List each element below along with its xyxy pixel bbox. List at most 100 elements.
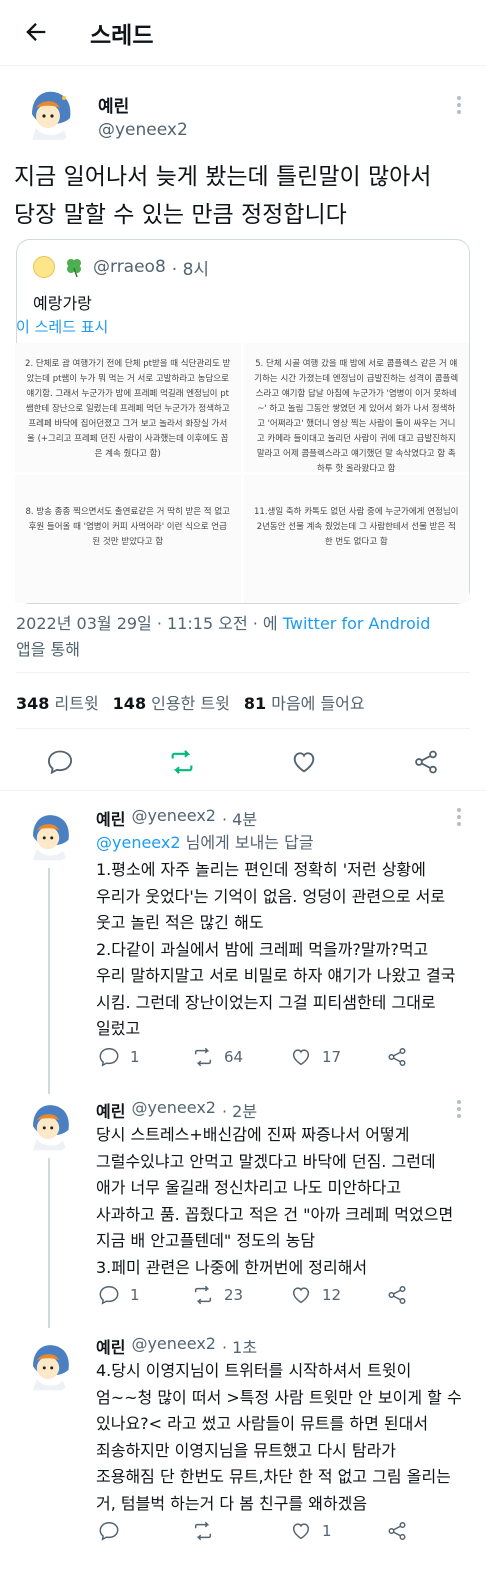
reply-text-line: 애가 너무 울길래 정신차리고 나도 미안하다고 (96, 1178, 402, 1197)
quoted-image[interactable]: 5. 단체 시골 여행 갔을 때 밤에 서로 콤플렉스 같은 거 얘기하는 시간… (243, 343, 469, 472)
reply-text-line: 2.다같이 과실에서 밤에 크레페 먹을까?말까?먹고 (96, 939, 429, 959)
replying-to: @yeneex2 님에게 보내는 답글 (96, 830, 472, 857)
reply-avatar[interactable] (20, 1098, 76, 1154)
reply-text-line: 시킴. 그런데 장난이었는지 그걸 피티샘한테 그대로 (96, 992, 436, 1012)
like-button[interactable]: 17 (290, 1046, 341, 1068)
avatar-illustration-icon (20, 1098, 76, 1154)
reply-text-line: 조용해짐 단 한번도 뮤트,차단 한 적 없고 그림 올리는 (96, 1467, 451, 1486)
retweet-button[interactable] (192, 1520, 224, 1542)
retweets-stat[interactable]: 348 리트윗 (16, 690, 99, 714)
reply-text: 당시 스트레스+배신감에 진짜 짜증나서 어떻게 그럴수있냐고 안먹고 말겠다고… (96, 1122, 472, 1281)
share-icon[interactable] (386, 1520, 408, 1542)
reply-author-name[interactable]: 예린 (96, 806, 125, 830)
source-link[interactable]: Twitter for Android (283, 614, 431, 633)
source-suffix: 앱을 통해 (16, 640, 80, 659)
page-title: 스레드 (90, 23, 154, 49)
reply-text-line: 지금 배 안고플텐데" 정도의 농담 (96, 1231, 316, 1250)
replying-to-handle[interactable]: @yeneex2 (96, 833, 181, 852)
like-count: 17 (322, 1048, 342, 1066)
reply-count: 1 (130, 1286, 140, 1304)
reply-text-line: 있나요?< 라고 썼고 사람들이 뮤트를 하면 된대서 (96, 1414, 429, 1433)
like-heart-icon (292, 1049, 310, 1066)
share-icon[interactable] (386, 1284, 408, 1306)
reply-text-line: 웃고 놀린 적은 많긴 해도 (96, 913, 264, 932)
reply-icon (99, 1286, 119, 1305)
like-heart-icon[interactable] (290, 748, 318, 776)
reply-text-line: 4.당시 이영지님이 트위터를 시작하셔서 트윗이 (96, 1361, 412, 1380)
quotes-stat[interactable]: 148 인용한 트윗 (113, 690, 230, 714)
reply-button[interactable]: 1 (98, 1046, 140, 1068)
top-bar: 스레드 (0, 0, 486, 66)
clover-icon (67, 259, 81, 278)
more-options-icon[interactable] (456, 96, 462, 116)
reply-text-line: 일렀고 (96, 1019, 141, 1038)
like-button[interactable]: 12 (290, 1284, 341, 1306)
like-heart-icon (292, 1523, 310, 1540)
reply-text-line: 우리가 웃었다'는 기억이 없음. 엉덩이 관련으로 서로 (96, 886, 446, 906)
author-name[interactable]: 예린 (98, 92, 129, 117)
reply-handle[interactable]: @yeneex2 (131, 1098, 216, 1122)
reply-time: · 4분 (221, 810, 258, 829)
reply-text: 1.평소에 자주 놀리는 편인데 정확히 '저런 상황에 우리가 웃었다'는 기… (96, 857, 472, 1043)
quoted-time: · 8시 (171, 259, 210, 280)
reply-avatar[interactable] (20, 808, 76, 864)
retweet-button[interactable]: 23 (192, 1284, 243, 1306)
quoted-avatar (33, 256, 55, 278)
retweet-button[interactable]: 64 (192, 1046, 243, 1068)
likes-stat[interactable]: 81 마음에 들어요 (244, 690, 365, 714)
show-thread-link[interactable]: 이 스레드 표시 (16, 316, 108, 337)
quoted-text: 예랑가랑 (33, 294, 92, 313)
reply-avatar[interactable] (20, 1338, 76, 1394)
reply-text-line: 죄송하지만 이영지님을 뮤트했고 다시 탐라가 (96, 1440, 397, 1460)
avatar-illustration-icon (20, 1338, 76, 1394)
tweet-text-line: 지금 일어나서 늦게 봤는데 틀린말이 많아서 (14, 164, 432, 190)
divider (16, 672, 470, 673)
tweet-timestamp: 2022년 03월 29일 · 11:15 오전 · 에 Twitter for… (16, 611, 476, 663)
quoted-image-grid[interactable]: 2. 단체로 괌 여행가기 전에 단체 pt받을 때 식단관리도 받았는데 pt… (15, 343, 469, 603)
reply-text-line: 거, 텀블벅 하는거 다 봄 친구를 왜하겠음 (96, 1493, 368, 1513)
reply-time: · 2분 (221, 1102, 258, 1121)
reply-text: 4.당시 이영지님이 트위터를 시작하셔서 트윗이 엄~~청 많이 떠서 >특정… (96, 1358, 472, 1517)
quoted-handle: @rraeo8 (93, 257, 166, 277)
tweet-stats: 348 리트윗 148 인용한 트윗 81 마음에 들어요 (16, 690, 365, 714)
reply-text-line: 엄~~청 많이 떠서 >특정 사람 트윗만 안 보이게 할 수 (96, 1387, 462, 1407)
back-arrow-icon[interactable] (22, 18, 50, 46)
quoted-image[interactable]: 11.생일 축하 카톡도 없던 사람 중에 누군가에게 연정님이 2년동안 선물… (243, 474, 469, 603)
reply-author-name[interactable]: 예린 (96, 1334, 125, 1358)
reply-count: 1 (130, 1048, 140, 1066)
reply-handle[interactable]: @yeneex2 (131, 806, 216, 830)
retweet-icon (194, 1285, 212, 1305)
share-icon[interactable] (412, 748, 440, 776)
tweet-date: 2022년 03월 29일 · 11:15 오전 · 에 (16, 614, 283, 633)
tweet-text-line: 당장 말할 수 있는 만큼 정정합니다 (14, 202, 347, 228)
retweet-count: 23 (224, 1286, 244, 1304)
reply-text-line: 사과하고 품. 꼽줬다고 적은 건 "아까 크레페 먹었으면 (96, 1204, 454, 1224)
retweet-count: 64 (224, 1048, 244, 1066)
divider (0, 790, 486, 791)
reply-author-name[interactable]: 예린 (96, 1098, 125, 1122)
reply-text-line: 그럴수있냐고 안먹고 말겠다고 바닥에 던짐. 그런데 (96, 1151, 436, 1171)
reply-text-line: 3.페미 관련은 나중에 한꺼번에 정리해서 (96, 1257, 368, 1277)
quoted-tweet-header: @rraeo8 · 8시 (33, 254, 209, 280)
more-options-icon[interactable] (456, 1100, 462, 1120)
like-button[interactable]: 1 (290, 1520, 332, 1542)
reply-button[interactable]: 1 (98, 1284, 140, 1306)
reply-header: 예린 @yeneex2 · 2분 (96, 1098, 257, 1122)
reply-icon (99, 1048, 119, 1067)
like-heart-icon (292, 1287, 310, 1304)
retweet-icon (194, 1047, 212, 1067)
reply-icon[interactable] (46, 748, 74, 776)
like-count: 12 (322, 1286, 342, 1304)
avatar[interactable] (18, 84, 78, 144)
more-options-icon[interactable] (456, 808, 462, 828)
reply-button[interactable] (98, 1520, 130, 1542)
quoted-image[interactable]: 2. 단체로 괌 여행가기 전에 단체 pt받을 때 식단관리도 받았는데 pt… (15, 343, 241, 472)
retweet-icon[interactable] (168, 748, 196, 776)
share-icon[interactable] (386, 1046, 408, 1068)
reply-text-line: 우리 말하지말고 서로 비밀로 하자 얘기가 나왔고 결국 (96, 966, 456, 985)
like-count: 1 (322, 1522, 332, 1540)
reply-handle[interactable]: @yeneex2 (131, 1334, 216, 1358)
quoted-image[interactable]: 8. 방송 종종 찍으면서도 출연료같은 거 딱히 받은 적 없고 후원 들어올… (15, 474, 241, 603)
divider (16, 728, 470, 729)
author-handle[interactable]: @yeneex2 (98, 120, 188, 140)
